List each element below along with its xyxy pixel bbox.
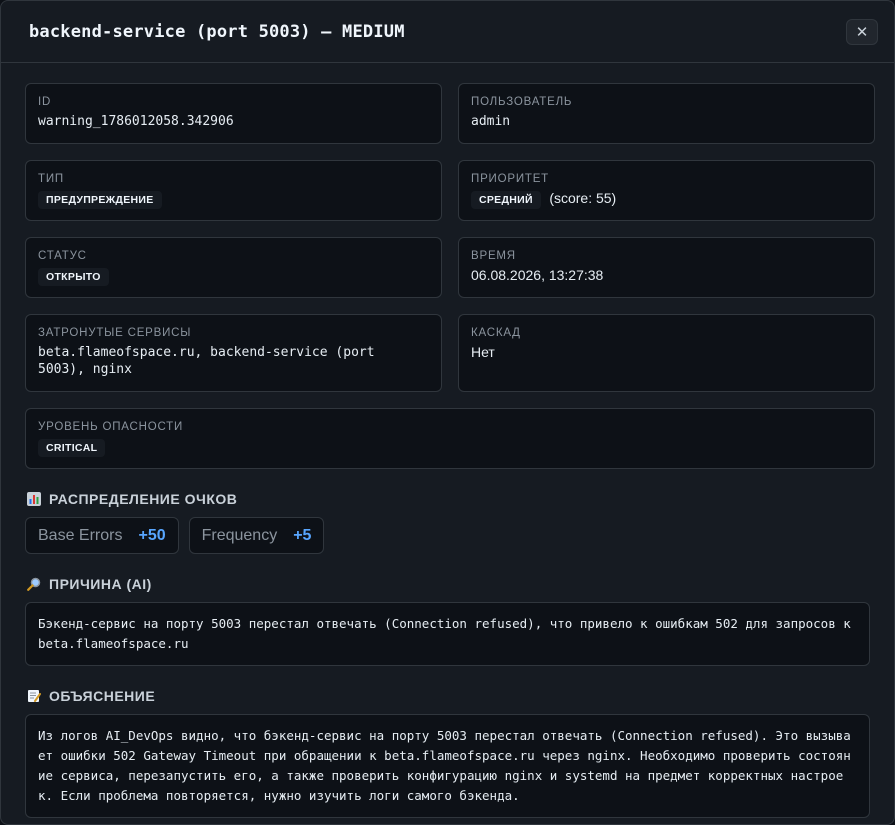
priority-label: ПРИОРИТЕТ [471, 173, 550, 185]
score-chip-value: +5 [293, 526, 312, 544]
explanation-header: ОБЪЯСНЕНИЕ [27, 688, 870, 704]
type-card: ТИП ПРЕДУПРЕЖДЕНИЕ [25, 160, 442, 221]
services-card: ЗАТРОНУТЫЕ СЕРВИСЫ beta.flameofspace.ru,… [25, 314, 442, 392]
time-label: ВРЕМЯ [471, 250, 516, 262]
type-label: ТИП [38, 173, 64, 185]
score-distribution-title: РАСПРЕДЕЛЕНИЕ ОЧКОВ [49, 491, 238, 507]
severity-badge: CRITICAL [38, 439, 106, 457]
close-button[interactable]: ✕ [846, 18, 878, 45]
cascade-label: КАСКАД [471, 327, 521, 339]
score-distribution-header: РАСПРЕДЕЛЕНИЕ ОЧКОВ [27, 491, 870, 507]
magnifier-icon [27, 577, 41, 591]
modal-title: backend-service (port 5003) — MEDIUM [29, 21, 405, 42]
memo-icon [28, 690, 41, 702]
id-value: warning_1786012058.342906 [38, 114, 234, 129]
score-chip-name: Frequency [201, 526, 278, 544]
id-card: ID warning_1786012058.342906 [25, 83, 442, 144]
modal-body: ID warning_1786012058.342906 ПОЛЬЗОВАТЕЛ… [1, 63, 894, 818]
alert-detail-modal: backend-service (port 5003) — MEDIUM ✕ I… [0, 0, 895, 825]
explanation-title: ОБЪЯСНЕНИЕ [49, 688, 156, 704]
status-badge: ОТКРЫТО [38, 268, 109, 286]
cause-title: ПРИЧИНА (AI) [49, 576, 152, 592]
explanation-text: Из логов AI_DevOps видно, что бэкенд-сер… [25, 714, 870, 818]
services-label: ЗАТРОНУТЫЕ СЕРВИСЫ [38, 327, 192, 339]
type-badge: ПРЕДУПРЕЖДЕНИЕ [38, 191, 162, 209]
user-value: admin [471, 114, 511, 129]
severity-card: УРОВЕНЬ ОПАСНОСТИ CRITICAL [25, 408, 875, 469]
status-card: СТАТУС ОТКРЫТО [25, 237, 442, 298]
priority-score: (score: 55) [549, 190, 617, 206]
severity-label: УРОВЕНЬ ОПАСНОСТИ [38, 421, 184, 433]
score-chip-name: Base Errors [38, 526, 123, 544]
time-card: ВРЕМЯ 06.08.2026, 13:27:38 [458, 237, 875, 298]
id-label: ID [38, 96, 52, 108]
score-chips: Base Errors +50 Frequency +5 [25, 517, 870, 554]
user-label: ПОЛЬЗОВАТЕЛЬ [471, 96, 573, 108]
cause-header: ПРИЧИНА (AI) [27, 576, 870, 592]
modal-header: backend-service (port 5003) — MEDIUM ✕ [1, 1, 894, 63]
score-chip-value: +50 [138, 526, 166, 544]
cause-text: Бэкенд-сервис на порту 5003 перестал отв… [25, 602, 870, 666]
field-grid: ID warning_1786012058.342906 ПОЛЬЗОВАТЕЛ… [25, 83, 875, 469]
priority-card: ПРИОРИТЕТ СРЕДНИЙ (score: 55) [458, 160, 875, 221]
score-chip-frequency: Frequency +5 [188, 517, 325, 554]
close-icon: ✕ [855, 23, 869, 41]
priority-badge: СРЕДНИЙ [471, 191, 541, 209]
bar-chart-icon [27, 492, 41, 506]
status-label: СТАТУС [38, 250, 87, 262]
score-chip-base-errors: Base Errors +50 [25, 517, 179, 554]
user-card: ПОЛЬЗОВАТЕЛЬ admin [458, 83, 875, 144]
time-value: 06.08.2026, 13:27:38 [471, 267, 604, 283]
services-value: beta.flameofspace.ru, backend-service (p… [38, 345, 375, 377]
cascade-card: КАСКАД Нет [458, 314, 875, 392]
cascade-value: Нет [471, 344, 495, 360]
